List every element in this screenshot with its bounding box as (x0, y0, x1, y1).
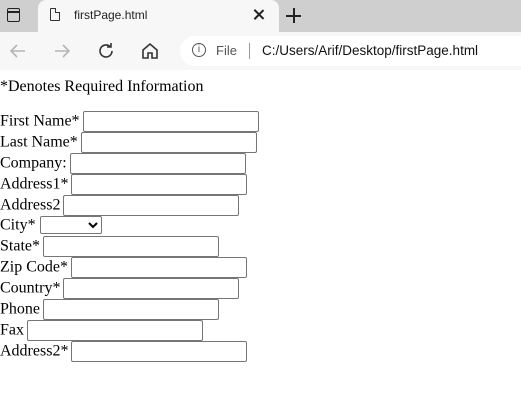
back-arrow-icon[interactable] (8, 41, 28, 61)
form-row-last-name: Last Name* (0, 132, 257, 153)
tab-active[interactable]: firstPage.html (38, 0, 279, 32)
form-row-zip-code: Zip Code* (0, 257, 247, 278)
form-row-address2: Address2 (0, 195, 240, 216)
first-name-input[interactable] (82, 111, 259, 132)
fax-input[interactable] (27, 320, 203, 341)
country-input[interactable] (63, 278, 240, 299)
tab-title: firstPage.html (74, 8, 148, 22)
field-label-fax: Fax (0, 321, 24, 339)
field-label-address1: Address1* (0, 175, 69, 193)
url-text[interactable]: C:/Users/Arif/Desktop/firstPage.html (262, 43, 478, 58)
form-row-first-name: First Name* (0, 111, 259, 132)
city-select[interactable] (39, 216, 102, 235)
form-row-state: State* (0, 236, 219, 257)
reload-icon[interactable] (96, 41, 116, 61)
field-label-city: City* (0, 216, 36, 234)
form-row-country: Country* (0, 278, 240, 299)
field-label-phone: Phone (0, 300, 40, 318)
new-tab-icon[interactable] (284, 6, 304, 26)
document-icon (50, 8, 60, 21)
form-row-phone: Phone (0, 299, 219, 320)
window-menu-icon[interactable] (4, 6, 24, 26)
field-label-address2-required: Address2* (0, 342, 69, 360)
zip-code-input[interactable] (71, 257, 247, 278)
address-divider (249, 43, 250, 59)
field-label-last-name: Last Name* (0, 133, 78, 151)
address1-input[interactable] (71, 174, 248, 195)
address2-required-input[interactable] (71, 341, 248, 362)
phone-input[interactable] (43, 299, 219, 320)
state-input[interactable] (43, 236, 219, 257)
forward-arrow-icon[interactable] (52, 41, 72, 61)
field-label-state: State* (0, 237, 40, 255)
form-row-fax: Fax (0, 320, 203, 341)
field-label-address2: Address2 (0, 196, 61, 214)
form-row-address2-required: Address2* (0, 341, 248, 362)
page-content: *Denotes Required Information First Name… (0, 70, 521, 403)
last-name-input[interactable] (80, 132, 257, 153)
form-row-city: City* (0, 216, 102, 237)
form-row-company: Company: (0, 153, 246, 174)
browser-toolbar: i File C:/Users/Arif/Desktop/firstPage.h… (0, 32, 521, 71)
form-row-address1: Address1* (0, 174, 248, 195)
home-icon[interactable] (140, 41, 160, 61)
close-tab-icon[interactable] (250, 6, 268, 24)
address-bar[interactable]: i File C:/Users/Arif/Desktop/firstPage.h… (180, 36, 521, 66)
info-icon[interactable]: i (192, 43, 206, 57)
field-label-first-name: First Name* (0, 112, 80, 130)
field-label-country: Country* (0, 279, 61, 297)
field-label-zip-code: Zip Code* (0, 258, 68, 276)
field-label-company: Company: (0, 154, 67, 172)
tab-strip: firstPage.html (0, 0, 521, 32)
address-scheme-label: File (216, 43, 237, 58)
address2-input[interactable] (63, 195, 240, 216)
company-input[interactable] (69, 153, 246, 174)
required-note: *Denotes Required Information (0, 78, 204, 95)
